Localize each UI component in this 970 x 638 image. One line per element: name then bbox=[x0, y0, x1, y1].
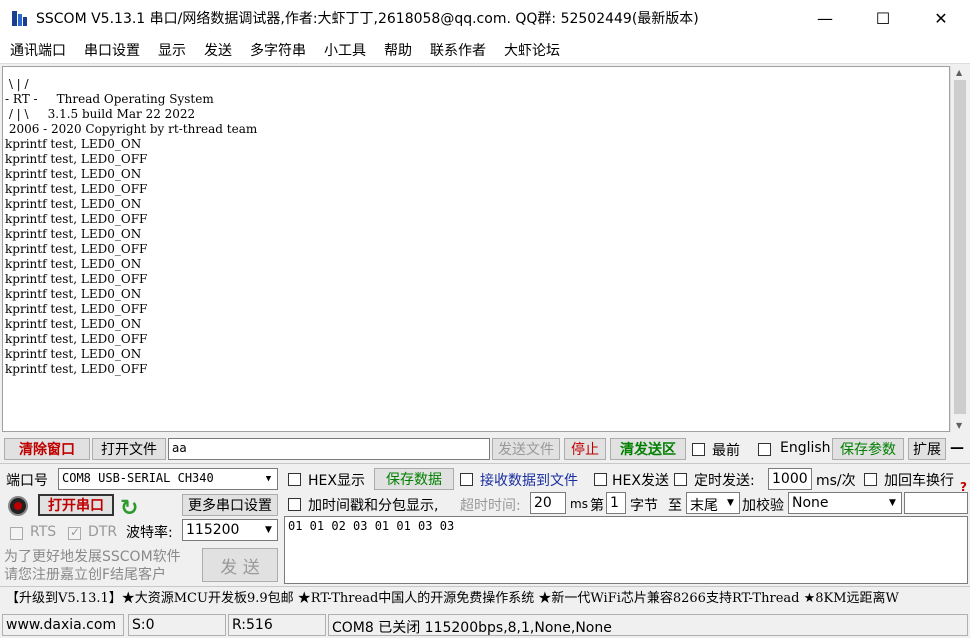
menu-contact-author[interactable]: 联系作者 bbox=[420, 40, 494, 60]
dtr-checkbox[interactable] bbox=[68, 525, 81, 540]
window-title: SSCOM V5.13.1 串口/网络数据调试器,作者:大虾丁丁,2618058… bbox=[36, 11, 699, 27]
checksum-label: 加校验 bbox=[742, 498, 784, 514]
chevron-down-icon: ▼ bbox=[260, 520, 277, 540]
byte-unit-label: 字节 bbox=[630, 498, 658, 514]
clear-window-button[interactable]: 清除窗口 bbox=[4, 438, 90, 460]
to-label: 至 bbox=[668, 498, 682, 514]
recv-to-file-checkbox[interactable] bbox=[460, 473, 473, 486]
scroll-down-icon[interactable]: ▼ bbox=[956, 421, 962, 430]
menu-display[interactable]: 显示 bbox=[148, 40, 194, 60]
to-value: 末尾 bbox=[690, 498, 718, 514]
baud-value: 115200 bbox=[186, 522, 240, 538]
rts-checkbox[interactable] bbox=[10, 527, 23, 540]
title-bar: SSCOM V5.13.1 串口/网络数据调试器,作者:大虾丁丁,2618058… bbox=[0, 0, 970, 36]
hex-send-label: HEX发送 bbox=[612, 473, 669, 489]
timeout-input[interactable]: 20 bbox=[530, 492, 566, 514]
baud-label: 波特率: bbox=[126, 525, 173, 541]
promo-line-1: 为了更好地发展SSCOM软件 bbox=[4, 549, 181, 565]
scrollbar-thumb[interactable] bbox=[954, 80, 966, 414]
timeout-unit: ms bbox=[570, 497, 588, 511]
scroll-up-icon[interactable]: ▲ bbox=[956, 68, 962, 77]
add-newline-checkbox[interactable] bbox=[864, 473, 877, 486]
rts-label: RTS bbox=[30, 524, 57, 540]
topmost-label: 最前 bbox=[712, 443, 740, 459]
promo-line-2: 请您注册嘉立创F结尾客户 bbox=[4, 567, 167, 583]
terminal-text: \ | / - RT - Thread Operating System / |… bbox=[5, 77, 258, 376]
checksum-select[interactable]: None ▼ bbox=[788, 492, 902, 514]
port-select[interactable]: COM8 USB-SERIAL CH340 ▼ bbox=[58, 468, 278, 490]
chevron-down-icon: ▼ bbox=[260, 469, 277, 489]
ad-banner[interactable]: 【升级到V5.13.1】★大资源MCU开发板9.9包邮 ★RT-Thread中国… bbox=[0, 586, 970, 610]
port-status-icon bbox=[8, 496, 28, 516]
refresh-icon[interactable]: ↻ bbox=[120, 496, 138, 521]
open-port-button[interactable]: 打开串口 bbox=[38, 494, 114, 516]
save-data-button[interactable]: 保存数据 bbox=[374, 468, 454, 490]
dtr-label: DTR bbox=[88, 524, 118, 540]
menu-send[interactable]: 发送 bbox=[194, 40, 240, 60]
file-path-input[interactable]: aa bbox=[168, 438, 490, 460]
expand-button[interactable]: 扩展 bbox=[908, 438, 946, 460]
topmost-checkbox[interactable] bbox=[692, 443, 705, 456]
recv-to-file-label: 接收数据到文件 bbox=[480, 473, 578, 489]
timed-send-checkbox[interactable] bbox=[674, 473, 687, 486]
received-count: R:516 bbox=[228, 614, 326, 636]
english-checkbox[interactable] bbox=[758, 443, 771, 456]
send-file-button[interactable]: 发送文件 bbox=[492, 438, 560, 460]
menu-tools[interactable]: 小工具 bbox=[314, 40, 374, 60]
divider bbox=[0, 463, 970, 464]
status-bar: www.daxia.com S:0 R:516 COM8 已关闭 115200b… bbox=[0, 612, 970, 638]
menu-multi-string[interactable]: 多字符串 bbox=[240, 40, 314, 60]
minimize-button[interactable]: — bbox=[796, 0, 854, 36]
menu-forum[interactable]: 大虾论坛 bbox=[494, 40, 568, 60]
menu-comm-port[interactable]: 通讯端口 bbox=[0, 40, 74, 60]
checksum-result-field bbox=[904, 492, 968, 514]
close-button[interactable]: ✕ bbox=[912, 0, 970, 36]
add-newline-label: 加回车换行 bbox=[884, 473, 954, 489]
baud-select[interactable]: 115200 ▼ bbox=[182, 519, 278, 541]
checksum-value: None bbox=[792, 495, 829, 511]
save-params-button[interactable]: 保存参数 bbox=[832, 438, 904, 460]
port-label: 端口号 bbox=[6, 473, 48, 489]
timestamp-checkbox[interactable] bbox=[288, 498, 301, 511]
maximize-button[interactable]: ☐ bbox=[854, 0, 912, 36]
menu-port-settings[interactable]: 串口设置 bbox=[74, 40, 148, 60]
promo-text[interactable]: 为了更好地发展SSCOM软件 请您注册嘉立创F结尾客户 bbox=[4, 548, 194, 584]
port-value: COM8 USB-SERIAL CH340 bbox=[62, 471, 214, 485]
interval-input[interactable]: 1000 bbox=[768, 468, 812, 490]
clear-send-button[interactable]: 清发送区 bbox=[610, 438, 686, 460]
hex-display-checkbox[interactable] bbox=[288, 473, 301, 486]
terminal-scrollbar[interactable]: ▲ ▼ bbox=[950, 66, 968, 432]
byte-index-input[interactable]: 1 bbox=[606, 492, 626, 514]
collapse-icon[interactable]: — bbox=[950, 440, 964, 456]
menu-help[interactable]: 帮助 bbox=[374, 40, 420, 60]
to-select[interactable]: 末尾 ▼ bbox=[686, 492, 740, 514]
hex-display-label: HEX显示 bbox=[308, 473, 365, 489]
sent-count: S:0 bbox=[128, 614, 226, 636]
timeout-label: 超时时间: bbox=[460, 498, 521, 514]
receive-terminal[interactable]: \ | / - RT - Thread Operating System / |… bbox=[2, 66, 950, 432]
interval-unit: ms/次 bbox=[816, 473, 856, 489]
stop-button[interactable]: 停止 bbox=[564, 438, 606, 460]
menu-bar: 通讯端口 串口设置 显示 发送 多字符串 小工具 帮助 联系作者 大虾论坛 bbox=[0, 36, 970, 64]
chevron-down-icon: ▼ bbox=[884, 493, 901, 513]
app-logo-icon bbox=[10, 8, 30, 28]
more-settings-button[interactable]: 更多串口设置 bbox=[182, 494, 278, 516]
english-label: English bbox=[780, 440, 831, 456]
hex-send-checkbox[interactable] bbox=[594, 473, 607, 486]
send-button[interactable]: 发 送 bbox=[202, 548, 278, 582]
port-state: COM8 已关闭 115200bps,8,1,None,None bbox=[328, 614, 968, 636]
chevron-down-icon: ▼ bbox=[722, 493, 739, 513]
byte-prefix-label: 第 bbox=[590, 498, 604, 514]
website-link[interactable]: www.daxia.com bbox=[2, 614, 124, 636]
send-input[interactable]: 01 01 02 03 01 01 03 03 bbox=[284, 516, 968, 584]
timestamp-label: 加时间戳和分包显示, bbox=[308, 498, 439, 514]
open-file-button[interactable]: 打开文件 bbox=[92, 438, 166, 460]
timed-send-label: 定时发送: bbox=[694, 473, 755, 489]
